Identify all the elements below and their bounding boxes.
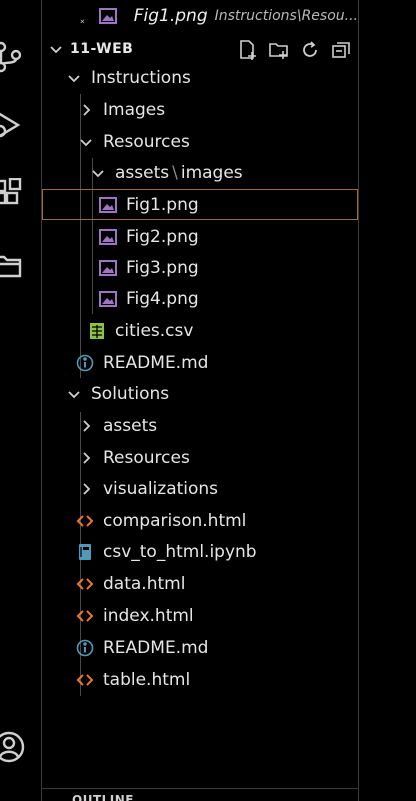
tree-item-label: README.md	[103, 352, 209, 373]
new-file-icon[interactable]	[237, 39, 259, 61]
tree-folder-images[interactable]: Images	[42, 94, 358, 125]
tree-item-label: Instructions	[91, 67, 191, 88]
info-icon	[76, 639, 94, 657]
image-file-icon	[99, 259, 117, 277]
tree-item-label: data.html	[103, 573, 186, 594]
chevron-right-icon	[78, 418, 94, 434]
tree-item-label: assets	[115, 162, 170, 183]
chevron-right-icon	[78, 450, 94, 466]
tree-file-index-html[interactable]: index.html	[42, 600, 358, 631]
remote-explorer-icon[interactable]	[0, 248, 26, 282]
image-file-icon	[98, 7, 117, 25]
image-file-icon	[99, 290, 117, 308]
tree-file-fig1[interactable]: Fig1.png	[42, 189, 358, 220]
tree-file-fig2[interactable]: Fig2.png	[42, 221, 358, 252]
tree-item-label: images	[180, 162, 243, 183]
tree-item-label: csv_to_html.ipynb	[103, 541, 257, 562]
explorer-section-header[interactable]: 11-WEB	[42, 34, 358, 64]
tree-file-data-html[interactable]: data.html	[42, 568, 358, 599]
tree-item-label: Fig1.png	[126, 194, 199, 215]
tree-item-label: assets	[103, 415, 158, 436]
chevron-down-icon	[90, 165, 106, 181]
tree-folder-solutions-assets[interactable]: assets	[42, 410, 358, 441]
activity-bar	[0, 0, 41, 801]
tree-file-readme-instructions[interactable]: README.md	[42, 347, 358, 378]
tree-item-label: Resources	[103, 447, 190, 468]
tree-folder-solutions-resources[interactable]: Resources	[42, 442, 358, 473]
tree-folder-solutions[interactable]: Solutions	[42, 378, 358, 409]
tree-file-fig3[interactable]: Fig3.png	[42, 252, 358, 283]
html-file-icon	[76, 671, 94, 689]
chevron-down-icon	[66, 386, 82, 402]
outline-section-header[interactable]: OUTLINE	[42, 788, 358, 801]
new-folder-icon[interactable]	[268, 39, 290, 61]
chevron-down-icon	[66, 70, 82, 86]
open-editor-item[interactable]: Fig1.png Instructions\Resou...	[42, 0, 358, 32]
tree-file-readme-solutions[interactable]: README.md	[42, 632, 358, 663]
collapse-all-icon[interactable]	[330, 39, 352, 61]
tree-file-table-html[interactable]: table.html	[42, 664, 358, 695]
tree-item-label: Resources	[103, 131, 190, 152]
tree-item-label: table.html	[103, 669, 191, 690]
tree-folder-visualizations[interactable]: visualizations	[42, 473, 358, 504]
path-separator: \	[172, 162, 178, 183]
open-editor-file-name: Fig1.png	[133, 6, 208, 26]
tree-item-label: Fig4.png	[126, 288, 199, 309]
image-file-icon	[99, 228, 117, 246]
tree-item-label: comparison.html	[103, 510, 247, 531]
run-debug-icon[interactable]	[0, 108, 26, 142]
tree-item-label: visualizations	[103, 478, 219, 499]
html-file-icon	[76, 575, 94, 593]
tree-folder-assets-images[interactable]: assets \ images	[42, 157, 358, 188]
accounts-icon[interactable]	[0, 730, 26, 764]
tree-file-comparison[interactable]: comparison.html	[42, 505, 358, 536]
csv-file-icon	[88, 322, 106, 340]
tree-item-label: Fig3.png	[126, 257, 199, 278]
extensions-icon[interactable]	[0, 178, 26, 212]
refresh-icon[interactable]	[299, 39, 321, 61]
close-icon[interactable]	[80, 9, 85, 24]
notebook-file-icon	[76, 543, 94, 561]
tree-file-fig4[interactable]: Fig4.png	[42, 283, 358, 314]
html-file-icon	[76, 512, 94, 530]
tree-file-csv-to-html[interactable]: csv_to_html.ipynb	[42, 536, 358, 567]
chevron-right-icon	[78, 102, 94, 118]
tree-item-label: Solutions	[91, 383, 170, 404]
explorer-actions	[237, 39, 352, 61]
tree-folder-resources[interactable]: Resources	[42, 126, 358, 157]
html-file-icon	[76, 607, 94, 625]
tree-file-cities[interactable]: cities.csv	[42, 315, 358, 346]
outline-title: OUTLINE	[72, 793, 134, 801]
tree-item-label: Images	[103, 99, 166, 120]
info-icon	[76, 354, 94, 372]
image-file-icon	[99, 196, 117, 214]
tree-item-label: README.md	[103, 637, 209, 658]
open-editor-path: Instructions\Resou...	[214, 8, 358, 24]
tree-folder-instructions[interactable]: Instructions	[42, 62, 358, 93]
tree-item-label: index.html	[103, 605, 194, 626]
workspace-title: 11-WEB	[70, 41, 134, 57]
chevron-right-icon	[78, 481, 94, 497]
tree-item-label: Fig2.png	[126, 226, 199, 247]
chevron-down-icon	[48, 41, 64, 57]
chevron-down-icon	[78, 134, 94, 150]
vscode-explorer: Fig1.png Instructions\Resou... 11-WEB In…	[0, 0, 416, 801]
source-control-icon[interactable]	[0, 40, 26, 74]
sidebar-border-right	[358, 0, 359, 801]
tree-item-label: cities.csv	[115, 320, 194, 341]
